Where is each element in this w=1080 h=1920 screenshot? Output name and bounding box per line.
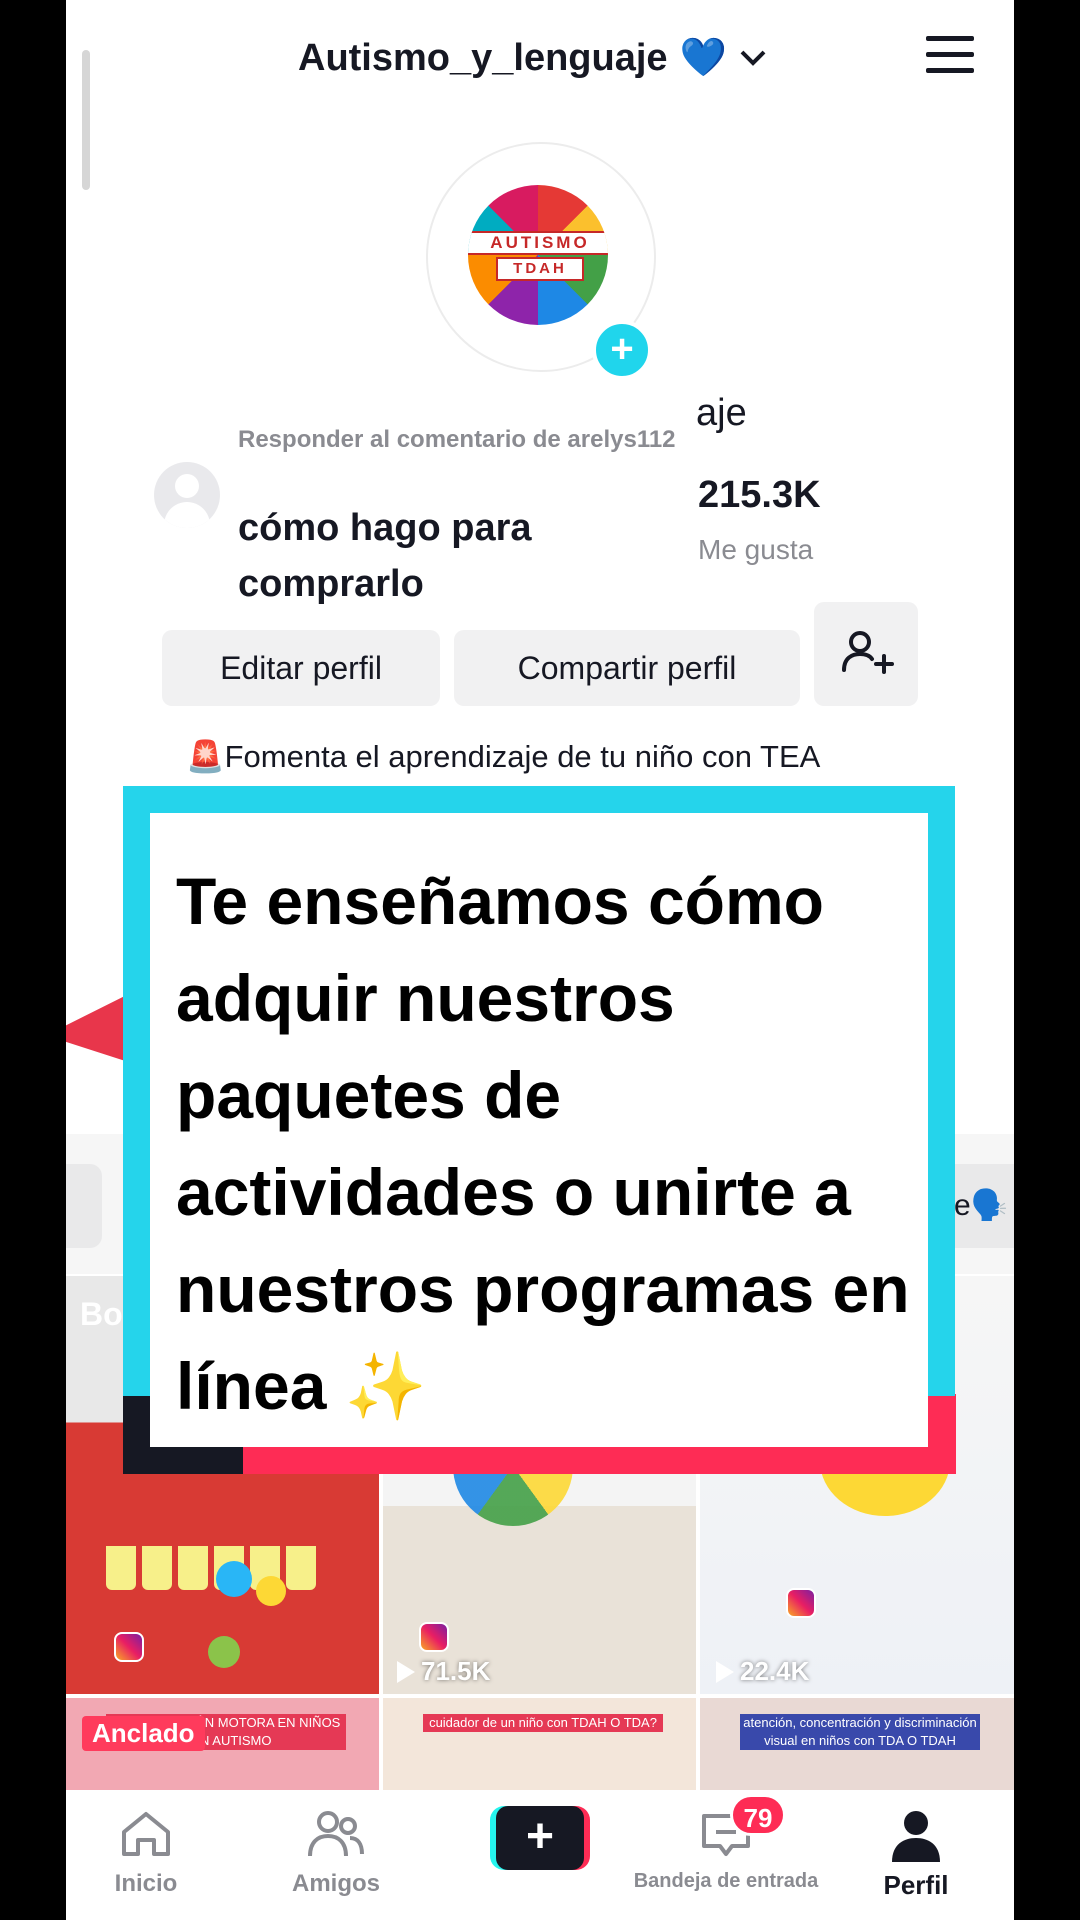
highlight-chip[interactable] <box>66 1164 102 1248</box>
header: Autismo_y_lenguaje 💙 <box>66 0 1014 115</box>
ball <box>216 1561 252 1597</box>
account-name: Autismo_y_lenguaje <box>298 36 668 79</box>
nav-friends-label: Amigos <box>291 1870 380 1897</box>
profile-name: aje <box>696 392 747 434</box>
likes-count: 215.3K <box>698 474 821 516</box>
likes-label: Me gusta <box>698 534 814 565</box>
nav-profile[interactable]: Perfil <box>836 1790 996 1920</box>
bio: 🚨Fomenta el aprendizaje de tu niño con T… <box>186 738 820 775</box>
comment-reply-meta: Responder al comentario de arelys112 <box>238 426 676 453</box>
add-friend-icon <box>842 631 894 674</box>
thumbnail-caption: cuidador de un niño con TDAH O TDA? <box>423 1714 663 1732</box>
instagram-icon <box>419 1622 449 1652</box>
nav-inbox[interactable]: Bandeja de entrada <box>626 1790 826 1920</box>
plus-icon: + <box>496 1806 584 1870</box>
account-switcher[interactable]: Autismo_y_lenguaje 💙 <box>298 30 767 86</box>
commenter-avatar <box>154 462 220 528</box>
overlay-text-card: Te enseñamos cómo adquir nuestros paquet… <box>150 813 928 1447</box>
edit-profile-button[interactable]: Editar perfil <box>162 630 440 706</box>
blue-heart-emoji: 💙 <box>679 37 727 79</box>
create-button[interactable]: + <box>490 1806 590 1870</box>
add-friend-button[interactable] <box>814 602 918 706</box>
chevron-down-icon <box>740 50 766 66</box>
view-count: 71.5K <box>397 1656 490 1687</box>
profile-icon <box>892 1811 940 1862</box>
instagram-icon <box>786 1588 816 1618</box>
ball <box>208 1636 240 1668</box>
video-thumbnail[interactable]: atención, concentración y discriminación… <box>700 1698 1014 1796</box>
home-icon <box>122 1812 170 1856</box>
reply-comment-card: Responder al comentario de arelys112 cóm… <box>154 416 694 605</box>
bio-text: Fomenta el aprendizaje de tu niño con TE… <box>224 739 821 774</box>
add-story-button[interactable]: + <box>592 320 652 380</box>
instagram-icon <box>114 1632 144 1662</box>
play-icon <box>716 1660 734 1683</box>
comment-text: cómo hago para comprarlo <box>238 507 532 605</box>
nav-home[interactable]: Inicio <box>66 1790 226 1920</box>
pinned-badge: Anclado <box>82 1716 205 1751</box>
nav-home-label: Inicio <box>114 1870 178 1897</box>
thumbnail-caption: atención, concentración y discriminación… <box>740 1714 980 1750</box>
avatar[interactable]: AUTISMO TDAH <box>468 185 608 325</box>
video-thumbnail[interactable]: cuidador de un niño con TDAH O TDA? <box>383 1698 696 1796</box>
video-title-fragment: Bo <box>80 1296 123 1332</box>
friends-icon <box>308 1811 364 1857</box>
menu-icon[interactable] <box>926 36 974 78</box>
share-profile-button[interactable]: Compartir perfil <box>454 630 800 706</box>
inbox-badge: 79 <box>730 1794 786 1836</box>
nav-inbox-label: Bandeja de entrada <box>633 1870 819 1892</box>
nav-profile-label: Perfil <box>883 1870 949 1900</box>
overlay-text: Te enseñamos cómo adquir nuestros paquet… <box>176 864 910 1423</box>
nav-friends[interactable]: Amigos <box>256 1790 416 1920</box>
video-thumbnail[interactable]: COORDINACIÓN MOTORA EN NIÑOS CON AUTISMO… <box>66 1698 379 1796</box>
avatar-logo-subtext: TDAH <box>496 257 584 281</box>
siren-emoji: 🚨 <box>186 739 225 774</box>
view-count: 22.4K <box>716 1656 809 1687</box>
ball <box>256 1576 286 1606</box>
avatar-logo-text: AUTISMO <box>468 231 608 255</box>
bottom-nav: Inicio Amigos + Bandeja de entrada 79 Pe… <box>66 1790 1014 1920</box>
play-icon <box>397 1660 415 1683</box>
